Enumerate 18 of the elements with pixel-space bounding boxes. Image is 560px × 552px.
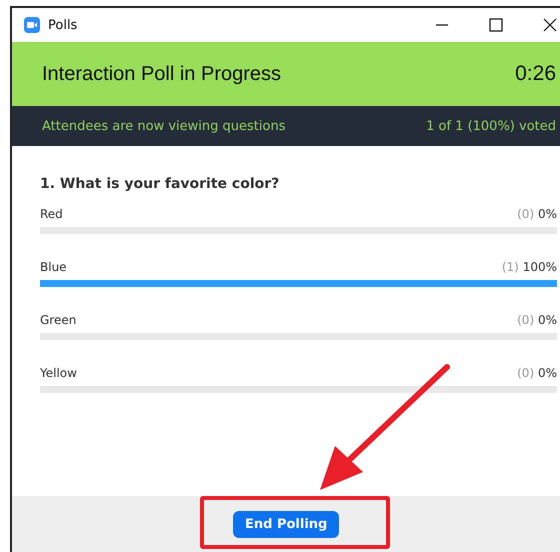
- vote-result: (0) 0%: [517, 313, 557, 327]
- window-title: Polls: [48, 18, 78, 32]
- question-text: 1. What is your favorite color?: [40, 176, 280, 192]
- maximize-icon[interactable]: [489, 18, 503, 32]
- option-label: Blue: [40, 260, 67, 274]
- poll-title: Interaction Poll in Progress: [42, 62, 282, 86]
- vote-count: 1 of 1 (100%) voted: [426, 118, 556, 134]
- vote-result: (0) 0%: [517, 366, 557, 380]
- vote-result: (1) 100%: [502, 260, 557, 274]
- timer: 0:26: [515, 62, 556, 86]
- option-label: Yellow: [40, 366, 77, 380]
- vote-result: (0) 0%: [517, 207, 557, 221]
- status-message: Attendees are now viewing questions: [42, 118, 286, 134]
- end-polling-button[interactable]: End Polling: [233, 510, 340, 538]
- app-icon: [24, 17, 40, 33]
- option-label: Green: [40, 313, 76, 327]
- close-icon[interactable]: [543, 18, 557, 32]
- option-label: Red: [40, 207, 63, 221]
